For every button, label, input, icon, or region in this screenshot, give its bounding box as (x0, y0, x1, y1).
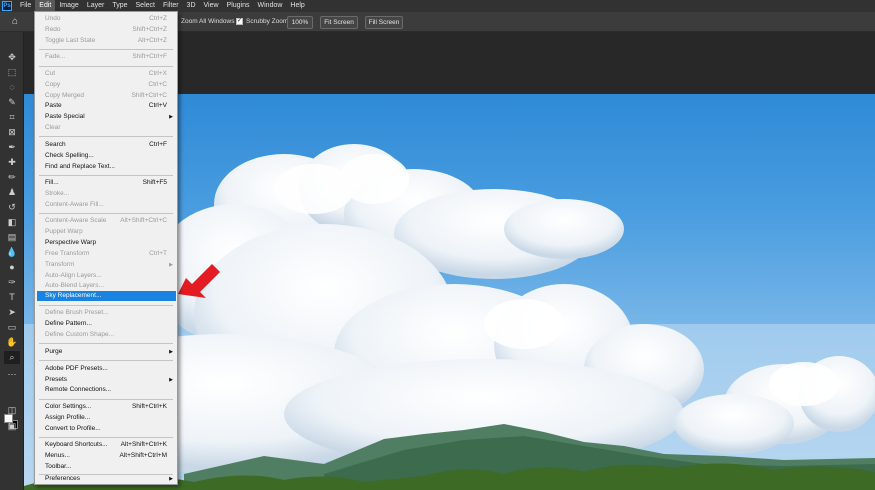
menu-separator (39, 175, 173, 176)
menu-define-pattern[interactable]: Define Pattern... (35, 319, 177, 329)
menu-find-replace[interactable]: Find and Replace Text... (35, 162, 177, 172)
menu-separator (39, 213, 173, 214)
frame-tool-icon[interactable]: ⊠ (4, 126, 20, 139)
menu-content-aware-fill: Content-Aware Fill... (45, 201, 104, 208)
menu-separator (39, 343, 173, 344)
menu-presets[interactable]: Presets ▶ (35, 375, 177, 385)
quick-select-icon[interactable]: ✎ (4, 96, 20, 109)
menu-adobe-pdf-presets[interactable]: Adobe PDF Presets... (35, 364, 177, 374)
menu-separator (39, 399, 173, 400)
menu-window[interactable]: Window (254, 0, 287, 12)
brush-tool-icon[interactable]: ✏ (4, 171, 20, 184)
menu-auto-align: Auto-Align Layers... (45, 272, 102, 279)
menu-paste[interactable]: Paste Ctrl+V (35, 101, 177, 111)
submenu-arrow-icon: ▶ (169, 114, 173, 120)
submenu-arrow-icon: ▶ (169, 476, 173, 482)
blur-icon[interactable]: 💧 (4, 246, 20, 259)
menu-separator (39, 360, 173, 361)
fit-screen-button[interactable]: Fit Screen (320, 16, 358, 29)
submenu-arrow-icon: ▶ (169, 377, 173, 383)
menu-check-spelling[interactable]: Check Spelling... (35, 151, 177, 161)
menu-define-brush: Define Brush Preset... (45, 309, 109, 316)
fill-screen-button[interactable]: Fill Screen (365, 16, 403, 29)
menu-plugins[interactable]: Plugins (223, 0, 254, 12)
app-logo: Ps (2, 1, 12, 11)
menu-separator (39, 49, 173, 50)
eraser-icon[interactable]: ◧ (4, 216, 20, 229)
scrubby-zoom-checkbox[interactable]: ✓ (236, 18, 243, 25)
gradient-icon[interactable]: ▤ (4, 231, 20, 244)
menu-file[interactable]: File (16, 0, 35, 12)
menu-content-aware-scale: Content-Aware Scale Alt+Shift+Ctrl+C (45, 217, 167, 224)
menu-fade: Fade... Shift+Ctrl+F (45, 53, 167, 60)
menu-assign-profile[interactable]: Assign Profile... (35, 413, 177, 423)
scrubby-zoom-label: Scrubby Zoom (246, 18, 289, 25)
edit-menu-dropdown: Undo Ctrl+Z Redo Shift+Ctrl+Z Toggle Last … (34, 11, 178, 485)
menu-search[interactable]: Search Ctrl+F (35, 140, 177, 150)
zoom-all-windows-label[interactable]: Zoom All Windows (181, 18, 234, 25)
more-tools-icon[interactable]: ⋯ (4, 368, 20, 381)
menu-copy-merged: Copy Merged Shift+Ctrl+C (45, 92, 167, 99)
menu-puppet-warp: Puppet Warp (45, 228, 83, 235)
healing-brush-icon[interactable]: ✚ (4, 156, 20, 169)
screen-mode-icon[interactable]: ▣ (4, 420, 20, 433)
pen-tool-icon[interactable]: ✑ (4, 276, 20, 289)
marquee-tool-icon[interactable]: ⬚ (4, 66, 20, 79)
dodge-icon[interactable]: ● (4, 261, 20, 274)
arrow-pointer-icon (178, 264, 220, 298)
zoom-100-button[interactable]: 100% (287, 16, 313, 29)
menu-color-settings[interactable]: Color Settings... Shift+Ctrl+K (35, 402, 177, 412)
menu-separator (39, 136, 173, 137)
menu-menus[interactable]: Menus... Alt+Shift+Ctrl+M (35, 451, 177, 461)
menu-3d[interactable]: 3D (183, 0, 200, 12)
home-icon[interactable]: ⌂ (8, 16, 22, 28)
menu-separator (39, 437, 173, 438)
move-tool-icon[interactable]: ✥ (4, 51, 20, 64)
menu-free-transform: Free Transform Ctrl+T (45, 250, 167, 257)
lasso-tool-icon[interactable]: ◌ (4, 81, 20, 94)
clone-stamp-icon[interactable]: ♟ (4, 186, 20, 199)
menu-copy: Copy Ctrl+C (45, 81, 167, 88)
menu-undo: Undo Ctrl+Z (45, 15, 167, 22)
menu-separator (39, 305, 173, 306)
menu-sky-replacement[interactable]: Sky Replacement... (37, 291, 176, 301)
menu-clear: Clear (45, 124, 61, 131)
type-tool-icon[interactable]: T (4, 291, 20, 304)
submenu-arrow-icon: ▶ (169, 349, 173, 355)
quick-mask-icon[interactable]: ◫ (4, 404, 20, 417)
menu-help[interactable]: Help (286, 0, 308, 12)
menu-view[interactable]: View (200, 0, 223, 12)
menu-preferences[interactable]: Preferences ▶ (35, 474, 177, 484)
hand-tool-icon[interactable]: ✋ (4, 336, 20, 349)
path-select-icon[interactable]: ➤ (4, 306, 20, 319)
menu-toolbar[interactable]: Toolbar... (35, 462, 177, 472)
menu-paste-special[interactable]: Paste Special ▶ (35, 112, 177, 122)
rectangle-tool-icon[interactable]: ▭ (4, 321, 20, 334)
menu-auto-blend: Auto-Blend Layers... (45, 282, 104, 289)
menu-fill[interactable]: Fill... Shift+F5 (35, 178, 177, 188)
history-brush-icon[interactable]: ↺ (4, 201, 20, 214)
menu-separator (39, 66, 173, 67)
menu-redo: Redo Shift+Ctrl+Z (45, 26, 167, 33)
menu-keyboard-shortcuts[interactable]: Keyboard Shortcuts... Alt+Shift+Ctrl+K (35, 440, 177, 450)
menu-define-custom-shape: Define Custom Shape... (45, 331, 115, 338)
menu-convert-profile[interactable]: Convert to Profile... (35, 424, 177, 434)
menu-remote-connections[interactable]: Remote Connections... (35, 385, 177, 395)
menu-toggle-last-state: Toggle Last State Alt+Ctrl+Z (45, 37, 167, 44)
submenu-arrow-icon: ▶ (169, 262, 173, 268)
menu-perspective-warp[interactable]: Perspective Warp (35, 238, 177, 248)
menu-cut: Cut Ctrl+X (45, 70, 167, 77)
zoom-tool-icon[interactable]: ⌕ (4, 351, 20, 364)
menu-stroke: Stroke... (45, 190, 70, 197)
menu-purge[interactable]: Purge ▶ (35, 347, 177, 357)
menu-transform: Transform ▶ (45, 261, 173, 268)
tools-panel: ✥ ⬚ ◌ ✎ ⌗ ⊠ ✒ ✚ ✏ ♟ ↺ ◧ ▤ 💧 ● ✑ T ➤ ▭ ✋ … (0, 32, 24, 490)
eyedropper-icon[interactable]: ✒ (4, 141, 20, 154)
crop-tool-icon[interactable]: ⌗ (4, 111, 20, 124)
